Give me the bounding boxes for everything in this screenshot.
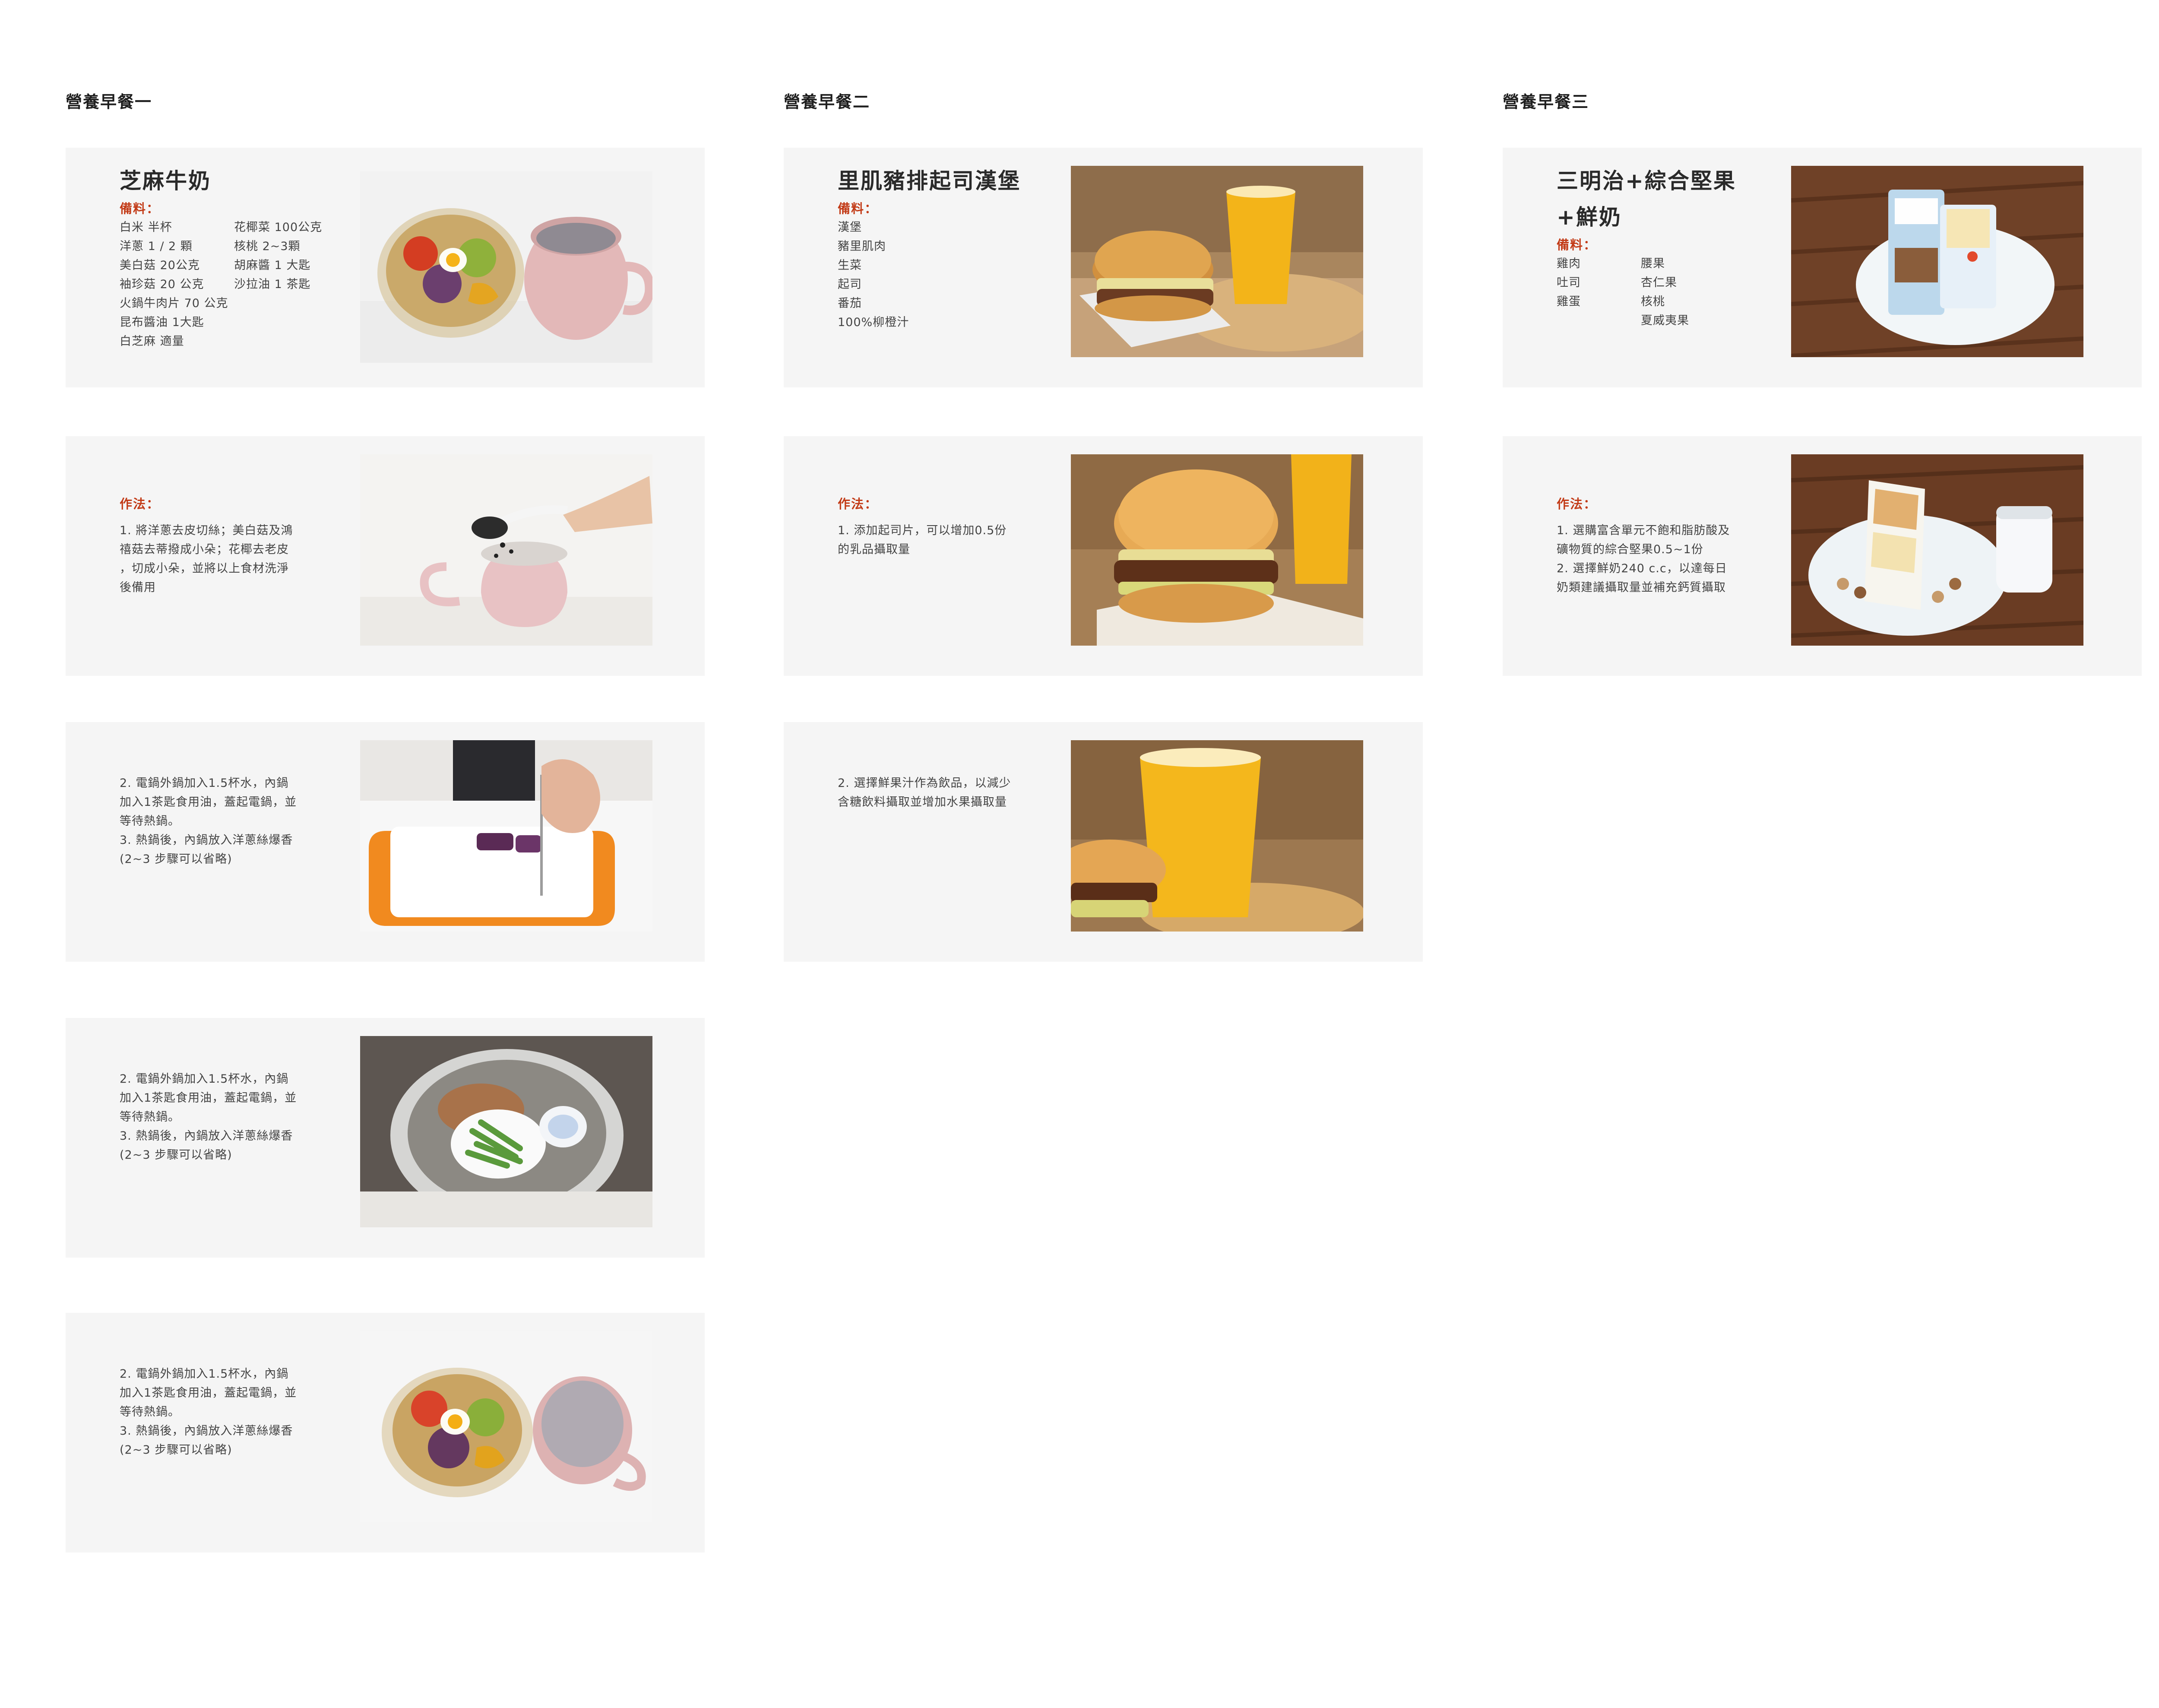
step-photo <box>360 1331 652 1522</box>
ingredients-label: 備料： <box>120 201 160 216</box>
step-photo <box>360 454 652 646</box>
method-label: 作法： <box>1557 497 1597 511</box>
recipe-card-ingredients: 芝麻牛奶 備料： 白米 半杯 洋蔥 1 / 2 顆 美白菇 20公克 袖珍菇 2… <box>66 148 705 387</box>
recipe-card-step: 2. 電鍋外鍋加入1.5杯水，內鍋 加入1茶匙食用油，蓋起電鍋，並 等待熱鍋。 … <box>66 1313 705 1553</box>
ingredients-label: 備料： <box>838 201 878 216</box>
method-step-text: 1. 添加起司片，可以增加0.5份 的乳品攝取量 <box>838 524 1007 556</box>
dish-photo <box>360 171 652 363</box>
recipe-card-ingredients: 里肌豬排起司漢堡 備料： 漢堡 豬里肌肉 生菜 起司 番茄 100%柳橙汁 <box>784 148 1423 387</box>
method-step-text: 2. 選擇鮮果汁作為飲品，以減少 含糖飲料攝取並增加水果攝取量 <box>838 776 1011 809</box>
ingredients-list: 花椰菜 100公克 核桃 2~3顆 胡麻醬 1 大匙 沙拉油 1 茶匙 <box>234 221 323 291</box>
step-photo <box>360 740 652 932</box>
step-photo <box>1791 454 2083 646</box>
ingredients-list: 腰果 杏仁果 核桃 夏威夷果 <box>1641 257 1689 327</box>
dish-title: 三明治+綜合堅果 +鮮奶 <box>1557 168 1736 230</box>
recipe-card-step: 2. 電鍋外鍋加入1.5杯水，內鍋 加入1茶匙食用油，蓋起電鍋，並 等待熱鍋。 … <box>66 1018 705 1258</box>
dish-title: 芝麻牛奶 <box>120 168 211 193</box>
method-step-text: 2. 電鍋外鍋加入1.5杯水，內鍋 加入1茶匙食用油，蓋起電鍋，並 等待熱鍋。 … <box>120 776 297 866</box>
method-step-text: 2. 電鍋外鍋加入1.5杯水，內鍋 加入1茶匙食用油，蓋起電鍋，並 等待熱鍋。 … <box>120 1072 297 1162</box>
column-title-breakfast-1: 營養早餐一 <box>66 92 152 111</box>
ingredients-label: 備料： <box>1557 238 1597 252</box>
recipe-card-ingredients: 三明治+綜合堅果 +鮮奶 備料： 雞肉 吐司 雞蛋 腰果 杏仁果 核桃 夏威夷果 <box>1503 148 2142 387</box>
dish-title: 里肌豬排起司漢堡 <box>838 168 1021 193</box>
recipe-card-method: 作法： 1. 將洋蔥去皮切絲；美白菇及鴻 禧菇去蒂撥成小朵；花椰去老皮 ，切成小… <box>66 436 705 676</box>
ingredients-list: 漢堡 豬里肌肉 生菜 起司 番茄 100%柳橙汁 <box>838 221 909 329</box>
dish-photo <box>1791 166 2083 357</box>
method-step-text: 1. 將洋蔥去皮切絲；美白菇及鴻 禧菇去蒂撥成小朵；花椰去老皮 ，切成小朵，並將… <box>120 524 293 594</box>
step-photo <box>360 1036 652 1227</box>
method-label: 作法： <box>120 497 160 511</box>
ingredients-list: 白米 半杯 洋蔥 1 / 2 顆 美白菇 20公克 袖珍菇 20 公克 火鍋牛肉… <box>120 221 228 348</box>
ingredients-list: 雞肉 吐司 雞蛋 <box>1557 257 1581 308</box>
recipe-card-method: 作法： 1. 添加起司片，可以增加0.5份 的乳品攝取量 <box>784 436 1423 676</box>
method-step-text: 1. 選購富含單元不飽和脂肪酸及 礦物質的綜合堅果0.5~1份 2. 選擇鮮奶2… <box>1557 524 1730 594</box>
column-title-breakfast-2: 營養早餐二 <box>784 92 871 111</box>
dish-photo <box>1071 166 1363 357</box>
recipe-card-method: 作法： 1. 選購富含單元不飽和脂肪酸及 礦物質的綜合堅果0.5~1份 2. 選… <box>1503 436 2142 676</box>
step-photo <box>1071 740 1363 932</box>
column-title-breakfast-3: 營養早餐三 <box>1503 92 1589 111</box>
method-label: 作法： <box>838 497 878 511</box>
recipe-card-step: 2. 電鍋外鍋加入1.5杯水，內鍋 加入1茶匙食用油，蓋起電鍋，並 等待熱鍋。 … <box>66 722 705 962</box>
method-step-text: 2. 電鍋外鍋加入1.5杯水，內鍋 加入1茶匙食用油，蓋起電鍋，並 等待熱鍋。 … <box>120 1367 297 1457</box>
recipe-card-step: 2. 選擇鮮果汁作為飲品，以減少 含糖飲料攝取並增加水果攝取量 <box>784 722 1423 962</box>
step-photo <box>1071 454 1363 646</box>
